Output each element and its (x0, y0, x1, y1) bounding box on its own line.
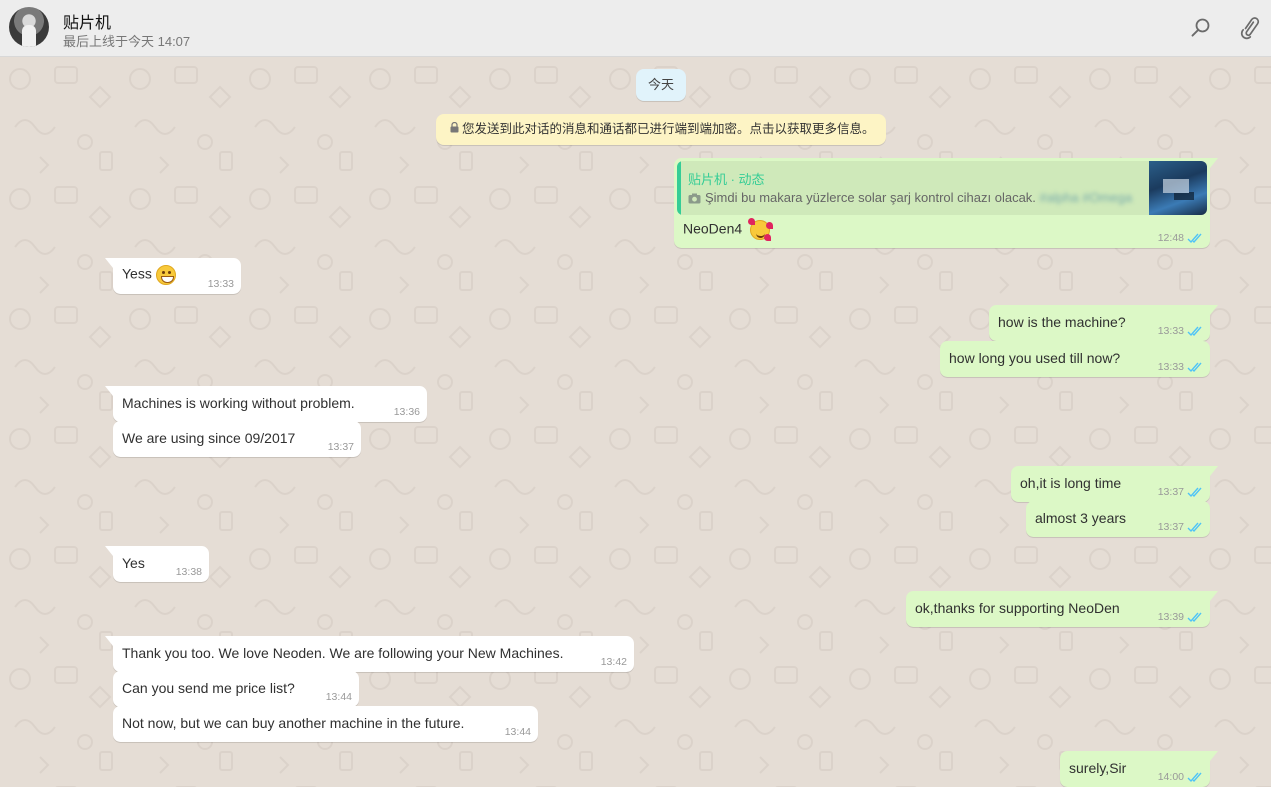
message-text-content: We are using since 09/2017 (122, 430, 296, 446)
double-check-icon (1187, 772, 1203, 783)
message-text: ok,thanks for supporting NeoDen (915, 600, 1120, 616)
quoted-author: 贴片机 · 动态 (688, 172, 765, 187)
double-check-icon (1187, 612, 1203, 623)
message-meta: 13:44 (326, 691, 352, 703)
message-time: 13:33 (1157, 325, 1184, 337)
message-time: 13:37 (1157, 521, 1184, 533)
outgoing-message-bubble[interactable]: almost 3 years 13:37 (1026, 501, 1210, 537)
incoming-message-bubble[interactable]: Yes 13:38 (105, 546, 209, 582)
paperclip-icon[interactable] (1239, 16, 1263, 40)
message-text-content: Yes (122, 555, 145, 571)
outgoing-message-bubble[interactable]: ok,thanks for supporting NeoDen 13:39 (906, 591, 1218, 627)
message-text-content: ok,thanks for supporting NeoDen (915, 600, 1120, 616)
double-check-icon (1187, 522, 1203, 533)
outgoing-message-bubble[interactable]: surely,Sir 14:00 (1060, 751, 1218, 787)
encryption-notice-text: 您发送到此对话的消息和通话都已进行端到端加密。点击以获取更多信息。 (462, 122, 875, 136)
message-text-content: surely,Sir (1069, 760, 1127, 776)
double-check-icon (1187, 326, 1203, 337)
message-time: 14:00 (1157, 771, 1184, 783)
quoted-hashtags: #alpha #Omega (1039, 190, 1133, 205)
double-check-icon (1187, 362, 1203, 373)
quoted-status[interactable]: 贴片机 · 动态 Şimdi bu makara yüzlerce solar … (677, 161, 1207, 215)
message-meta: 13:38 (176, 566, 202, 578)
message-time: 13:33 (1157, 361, 1184, 373)
message-meta: 12:48 (1158, 232, 1203, 244)
chat-header: 贴片机 最后上线于今天 14:07 (0, 0, 1271, 57)
grinning-face-emoji (155, 265, 176, 285)
message-text: Can you send me price list? (122, 680, 295, 696)
incoming-message-bubble[interactable]: Can you send me price list? 13:44 (113, 671, 359, 707)
smiling-face-with-hearts-emoji (748, 218, 771, 240)
incoming-message-bubble[interactable]: Not now, but we can buy another machine … (113, 706, 538, 742)
encryption-notice[interactable]: 您发送到此对话的消息和通话都已进行端到端加密。点击以获取更多信息。 (436, 114, 886, 145)
message-time: 13:36 (393, 406, 420, 418)
last-seen-status: 最后上线于今天 14:07 (63, 34, 191, 49)
message-text: Yes (122, 555, 145, 571)
camera-icon (688, 192, 701, 207)
message-text: Not now, but we can buy another machine … (122, 715, 464, 731)
double-check-icon (1187, 487, 1203, 498)
message-meta: 13:44 (505, 726, 531, 738)
message-text: how long you used till now? (949, 350, 1120, 366)
message-meta: 13:37 (1158, 521, 1203, 533)
message-text: Thank you too. We love Neoden. We are fo… (122, 645, 564, 661)
contact-avatar[interactable] (9, 7, 49, 47)
message-time: 13:37 (1157, 486, 1184, 498)
message-meta: 13:42 (601, 656, 627, 668)
incoming-message-bubble[interactable]: Yess 13:33 (105, 258, 241, 294)
message-text-content: Yess (122, 265, 152, 282)
chat-pane[interactable]: 今天 您发送到此对话的消息和通话都已进行端到端加密。点击以获取更多信息。 贴片机… (0, 57, 1271, 787)
message-meta: 14:00 (1158, 771, 1203, 783)
incoming-message-bubble[interactable]: Thank you too. We love Neoden. We are fo… (105, 636, 634, 672)
message-time: 13:39 (1157, 611, 1184, 623)
message-text: We are using since 09/2017 (122, 430, 295, 446)
message-time: 13:38 (175, 566, 202, 578)
contact-name[interactable]: 贴片机 (63, 9, 111, 33)
date-separator: 今天 (636, 69, 686, 101)
message-time: 13:37 (327, 441, 354, 453)
outgoing-message-bubble[interactable]: how long you used till now? 13:33 (940, 341, 1210, 377)
message-time: 13:44 (504, 726, 531, 738)
outgoing-message-bubble[interactable]: oh,it is long time 13:37 (1011, 466, 1218, 502)
outgoing-message-bubble[interactable]: how is the machine? 13:33 (989, 305, 1218, 341)
message-meta: 13:37 (1158, 486, 1203, 498)
message-text-content: NeoDen4 (683, 220, 743, 237)
message-meta: 13:37 (328, 441, 354, 453)
message-time: 13:42 (600, 656, 627, 668)
message-text: surely,Sir (1069, 760, 1126, 776)
message-text-content: Machines is working without problem. (122, 395, 355, 411)
double-check-icon (1187, 233, 1203, 244)
message-text: how is the machine? (998, 314, 1126, 330)
incoming-message-bubble[interactable]: We are using since 09/2017 13:37 (113, 421, 361, 457)
message-meta: 13:39 (1158, 611, 1203, 623)
quote-accent-bar (677, 161, 681, 215)
message-text-content: how is the machine? (998, 314, 1126, 330)
message-text-content: oh,it is long time (1020, 475, 1122, 491)
message-text-content: how long you used till now? (949, 350, 1121, 366)
quoted-status-thumbnail (1149, 161, 1207, 215)
message-meta: 13:33 (1158, 325, 1203, 337)
message-meta: 13:36 (394, 406, 420, 418)
message-text-content: Thank you too. We love Neoden. We are fo… (122, 645, 564, 661)
reply-message-bubble[interactable]: 贴片机 · 动态 Şimdi bu makara yüzlerce solar … (674, 158, 1218, 248)
message-text: NeoDen4 (683, 218, 771, 240)
message-time: 13:33 (207, 278, 234, 290)
message-meta: 13:33 (208, 278, 234, 290)
quoted-text-line: Şimdi bu makara yüzlerce solar şarj kont… (688, 190, 1132, 207)
message-text: Machines is working without problem. (122, 395, 355, 411)
message-text-content: Not now, but we can buy another machine … (122, 715, 465, 731)
message-text: oh,it is long time (1020, 475, 1121, 491)
incoming-message-bubble[interactable]: Machines is working without problem. 13:3… (105, 386, 427, 422)
quoted-text: Şimdi bu makara yüzlerce solar şarj kont… (705, 190, 1036, 205)
message-time: 12:48 (1157, 232, 1184, 244)
message-meta: 13:33 (1158, 361, 1203, 373)
message-text-content: almost 3 years (1035, 510, 1127, 526)
message-time: 13:44 (325, 691, 352, 703)
search-icon[interactable] (1189, 16, 1213, 40)
message-text: Yess (122, 265, 176, 285)
message-text-content: Can you send me price list? (122, 680, 295, 696)
lock-icon (450, 114, 459, 145)
message-text: almost 3 years (1035, 510, 1126, 526)
